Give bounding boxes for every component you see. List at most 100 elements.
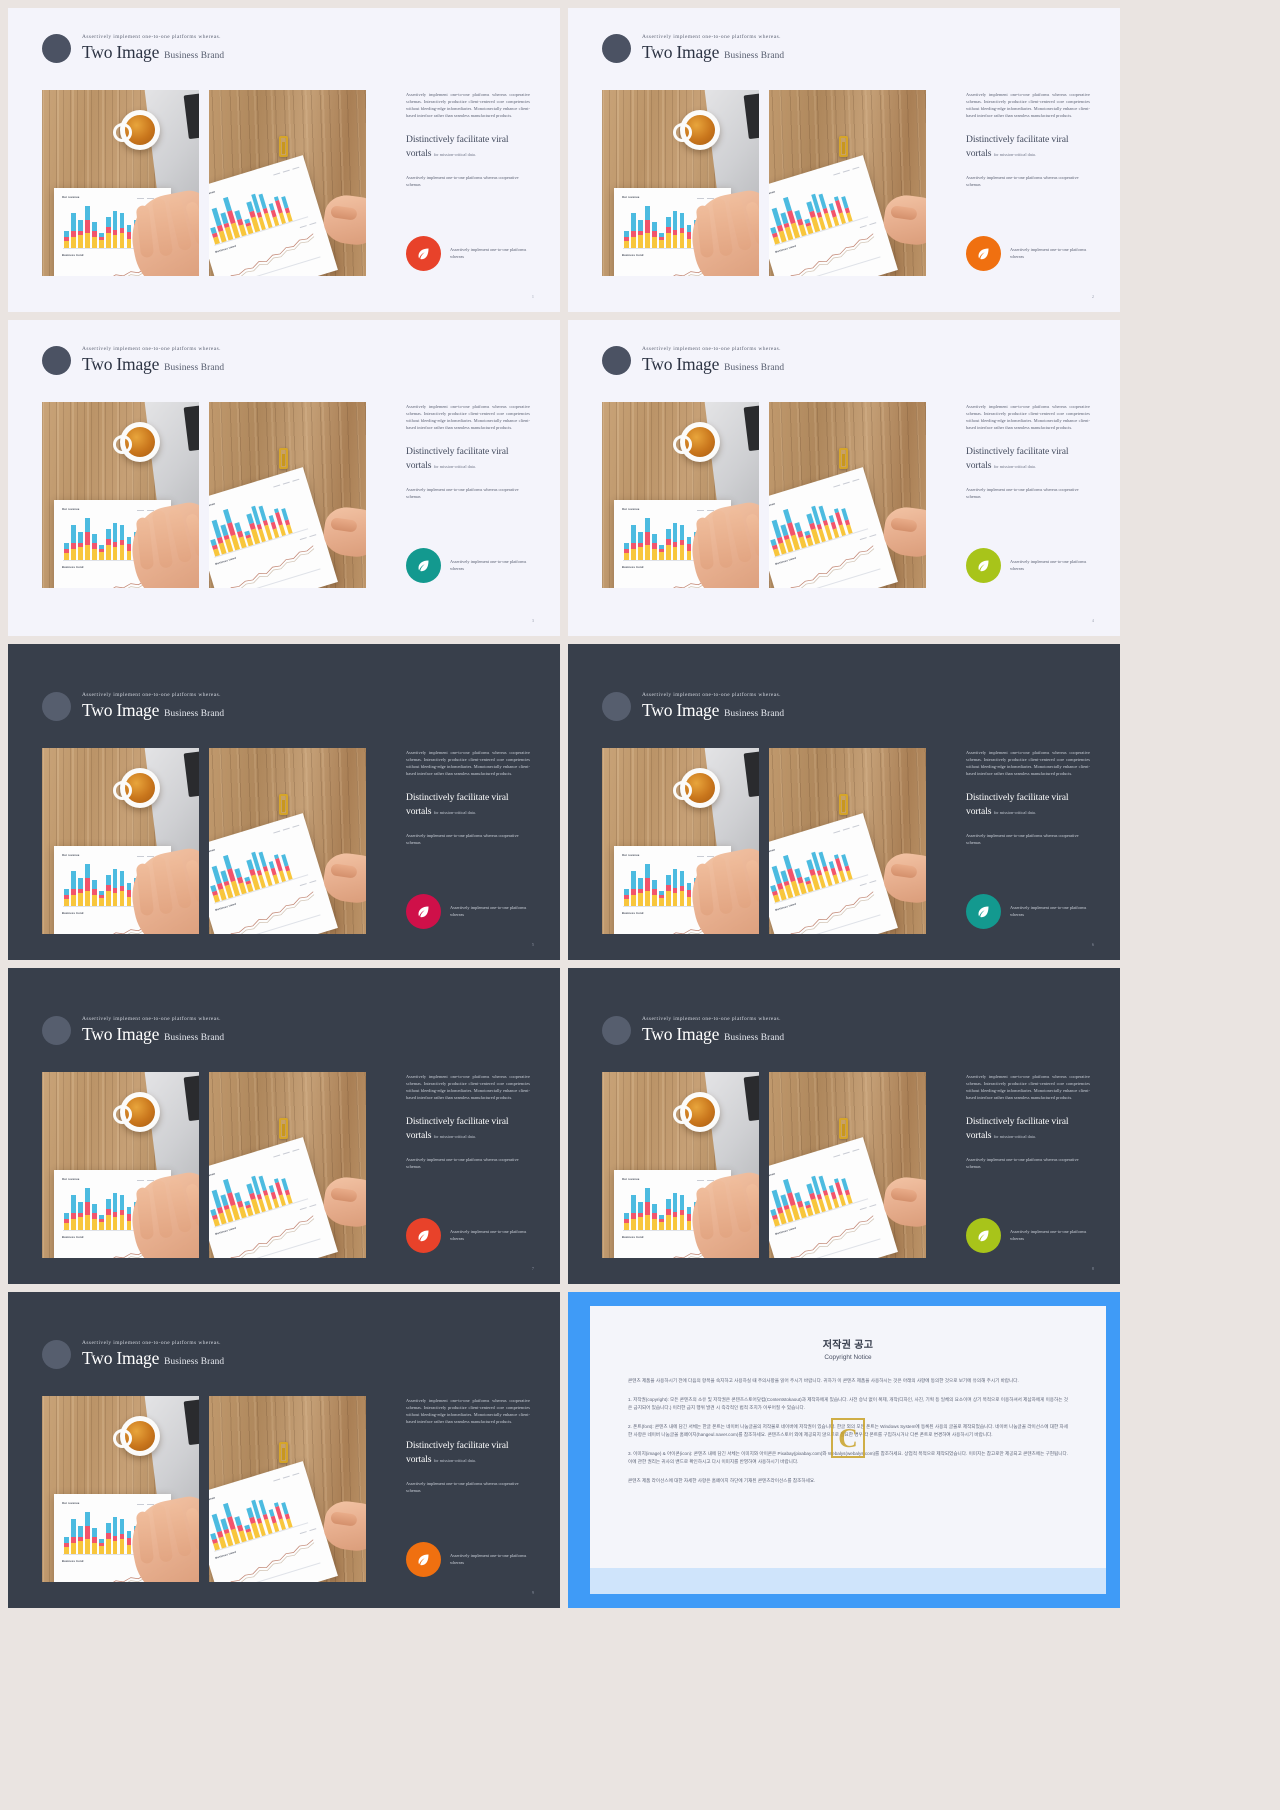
photo-right[interactable]: Our revenueBusiness trend bbox=[209, 90, 366, 276]
slide-9: Assertively implement one-to-one platfor… bbox=[8, 1292, 560, 1608]
badge-row[interactable]: Assertively implement one-to-one platfor… bbox=[966, 236, 1094, 271]
photo-left[interactable]: Our revenue Business trend bbox=[602, 402, 759, 588]
chart-bar bbox=[64, 889, 69, 906]
accent-badge[interactable] bbox=[966, 894, 1001, 929]
slide-7: Assertively implement one-to-one platfor… bbox=[8, 968, 560, 1284]
brand-logo-dot bbox=[42, 34, 71, 63]
badge-row[interactable]: Assertively implement one-to-one platfor… bbox=[406, 236, 534, 271]
chart-bar bbox=[644, 863, 650, 906]
badge-row[interactable]: Assertively implement one-to-one platfor… bbox=[966, 548, 1094, 583]
badge-row[interactable]: Assertively implement one-to-one platfor… bbox=[406, 1542, 534, 1577]
chart-bar bbox=[105, 874, 111, 906]
chart-bar bbox=[686, 225, 692, 248]
photo-right[interactable]: Our revenueBusiness trend bbox=[209, 1072, 366, 1258]
accent-badge[interactable] bbox=[406, 1218, 441, 1253]
accent-badge[interactable] bbox=[966, 236, 1001, 271]
page-title: Two Image bbox=[82, 1348, 160, 1369]
body-paragraph-2: Assertively implement one-to-one platfor… bbox=[966, 486, 1079, 499]
chart-bar bbox=[624, 543, 629, 560]
accent-badge[interactable] bbox=[966, 548, 1001, 583]
photo-left[interactable]: Our revenue Business trend bbox=[602, 90, 759, 276]
photo-right[interactable]: Our revenueBusiness trend bbox=[769, 748, 926, 934]
header-eyebrow: Assertively implement one-to-one platfor… bbox=[642, 1016, 781, 1023]
accent-badge[interactable] bbox=[406, 548, 441, 583]
chart-line-title: Business trend bbox=[215, 902, 237, 912]
chart-line-title: Business trend bbox=[62, 1560, 84, 1563]
slide-5: Assertively implement one-to-one platfor… bbox=[8, 644, 560, 960]
header-eyebrow: Assertively implement one-to-one platfor… bbox=[642, 34, 781, 41]
photo-pair: Our revenueBusiness trendOur revenueBusi… bbox=[42, 1072, 366, 1258]
accent-badge[interactable] bbox=[406, 894, 441, 929]
accent-badge[interactable] bbox=[406, 1542, 441, 1577]
photo-left[interactable]: Our revenue Business trend bbox=[602, 1072, 759, 1258]
section-heading-note: for mission-critical data. bbox=[433, 1458, 476, 1464]
chart-bar-title: Our revenue bbox=[622, 508, 640, 511]
body-paragraph: Assertively implement one-to-one platfor… bbox=[966, 92, 1090, 118]
photo-left[interactable]: Our revenue Business trend bbox=[42, 1072, 199, 1258]
photo-pair: Our revenueBusiness trendOur revenueBusi… bbox=[42, 402, 366, 588]
photo-left[interactable]: Our revenue Business trend bbox=[602, 748, 759, 934]
photo-right[interactable]: Our revenueBusiness trend bbox=[769, 1072, 926, 1258]
chart-bar bbox=[98, 1539, 104, 1554]
photo-left[interactable]: Our revenue Business trend bbox=[42, 1396, 199, 1582]
page-subtitle: Business Brand bbox=[164, 363, 225, 374]
accent-badge[interactable] bbox=[406, 236, 441, 271]
text-column: Assertively implement one-to-one platfor… bbox=[406, 1074, 530, 1171]
section-heading: Distinctively facilitate viral vortals f… bbox=[966, 1115, 1069, 1142]
chart-bar bbox=[91, 1204, 97, 1230]
chart-line-title: Business trend bbox=[215, 556, 237, 566]
gold-clip-icon bbox=[279, 136, 288, 157]
section-heading-note: for mission-critical data. bbox=[433, 1134, 476, 1140]
coffee-cup-icon bbox=[673, 1092, 720, 1132]
chart-bar bbox=[77, 877, 83, 906]
chart-bar bbox=[105, 1522, 111, 1554]
chart-bar-title: Our revenue bbox=[62, 508, 80, 511]
body-paragraph: Assertively implement one-to-one platfor… bbox=[966, 1074, 1090, 1100]
body-paragraph: Assertively implement one-to-one platfor… bbox=[406, 404, 530, 430]
chart-bar-title: Our revenue bbox=[622, 1178, 640, 1181]
header-eyebrow: Assertively implement one-to-one platfor… bbox=[82, 346, 221, 353]
badge-row[interactable]: Assertively implement one-to-one platfor… bbox=[406, 1218, 534, 1253]
chart-bar bbox=[119, 1519, 125, 1554]
photo-left[interactable]: Our revenue Business trend bbox=[42, 90, 199, 276]
chart-bar bbox=[637, 1201, 643, 1230]
slide-header: Assertively implement one-to-one platfor… bbox=[42, 34, 224, 63]
badge-label: Assertively implement one-to-one platfor… bbox=[1010, 1228, 1087, 1241]
page-subtitle: Business Brand bbox=[724, 363, 785, 374]
text-column: Assertively implement one-to-one platfor… bbox=[406, 92, 530, 189]
page-number: 2 bbox=[1091, 294, 1094, 299]
badge-row[interactable]: Assertively implement one-to-one platfor… bbox=[966, 894, 1094, 929]
slide-header: Assertively implement one-to-one platfor… bbox=[42, 346, 224, 375]
photo-left[interactable]: Our revenue Business trend bbox=[42, 748, 199, 934]
section-heading-note: for mission-critical data. bbox=[993, 810, 1036, 816]
chart-bar-title: Our revenue bbox=[62, 854, 80, 857]
chart-bar bbox=[105, 216, 111, 248]
photo-right[interactable]: Our revenueBusiness trend bbox=[209, 1396, 366, 1582]
copyright-bottom-strip bbox=[590, 1568, 1106, 1594]
chart-bar bbox=[126, 225, 132, 248]
chart-bar bbox=[679, 213, 685, 248]
chart-bar bbox=[77, 531, 83, 560]
coffee-cup-icon bbox=[673, 768, 720, 808]
photo-right[interactable]: Our revenueBusiness trend bbox=[769, 90, 926, 276]
photo-right[interactable]: Our revenueBusiness trend bbox=[209, 402, 366, 588]
title-row: Two Image Business Brand bbox=[642, 44, 784, 62]
copyright-paragraph-1: 콘텐츠 제품을 사용하시기 전에 다음의 항목을 숙지하고 사용하실 때 주의사… bbox=[628, 1378, 1019, 1383]
chart-bar bbox=[119, 213, 125, 248]
badge-row[interactable]: Assertively implement one-to-one platfor… bbox=[406, 894, 534, 929]
photo-right[interactable]: Our revenueBusiness trend bbox=[209, 748, 366, 934]
chart-legend-2 bbox=[299, 222, 317, 229]
chart-bar bbox=[126, 1531, 132, 1554]
leaf-icon bbox=[978, 248, 989, 260]
photo-left[interactable]: Our revenue Business trend bbox=[42, 402, 199, 588]
badge-row[interactable]: Assertively implement one-to-one platfor… bbox=[406, 548, 534, 583]
brand-logo-dot bbox=[602, 1016, 631, 1045]
section-heading-note: for mission-critical data. bbox=[433, 152, 476, 158]
badge-row[interactable]: Assertively implement one-to-one platfor… bbox=[966, 1218, 1094, 1253]
section-heading: Distinctively facilitate viral vortals f… bbox=[966, 133, 1069, 160]
accent-badge[interactable] bbox=[966, 1218, 1001, 1253]
badge-label: Assertively implement one-to-one platfor… bbox=[450, 246, 527, 259]
leaf-icon bbox=[418, 248, 429, 260]
header-eyebrow: Assertively implement one-to-one platfor… bbox=[82, 1016, 221, 1023]
photo-right[interactable]: Our revenueBusiness trend bbox=[769, 402, 926, 588]
